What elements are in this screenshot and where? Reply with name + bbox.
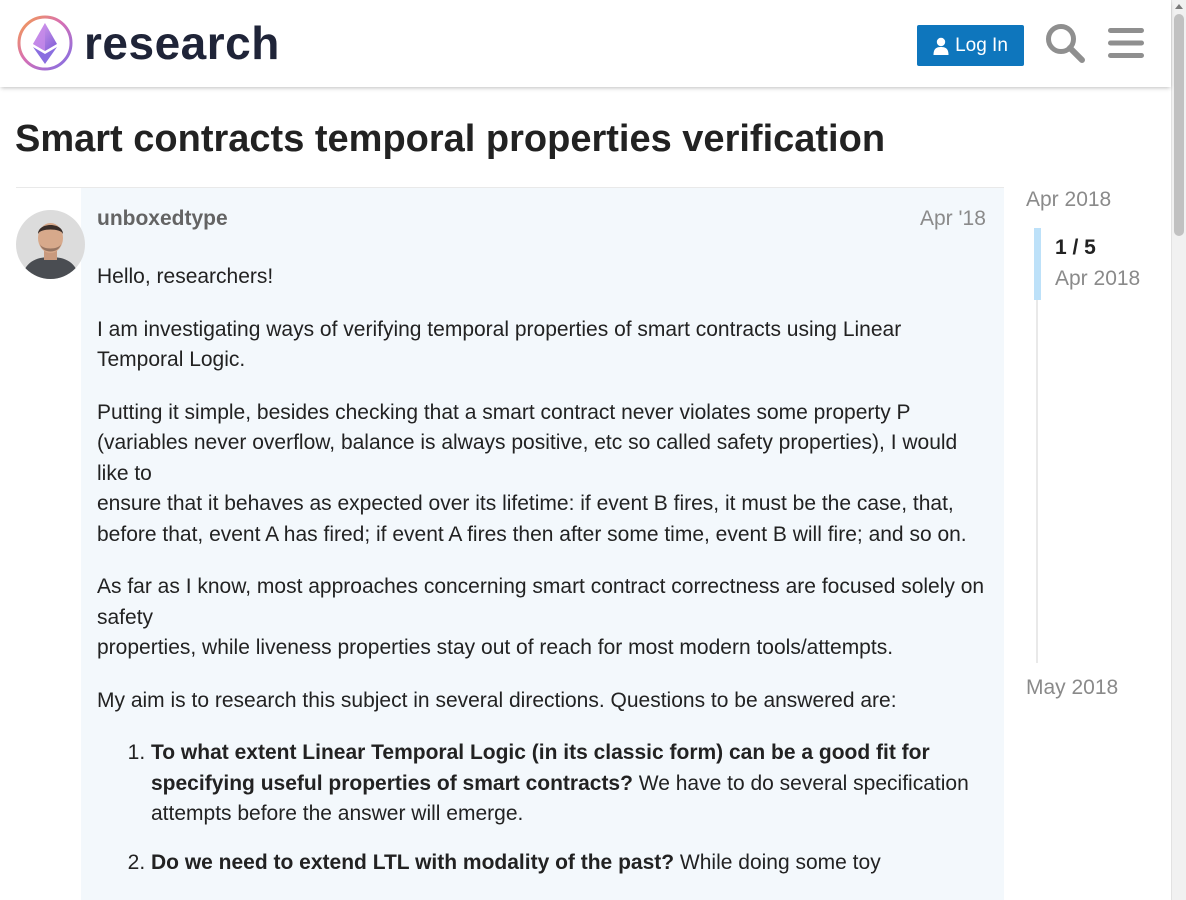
post-paragraph-line: As far as I know, most approaches concer… xyxy=(97,575,985,629)
post-date[interactable]: Apr '18 xyxy=(920,207,986,231)
login-button[interactable]: Log In xyxy=(917,25,1024,66)
list-item: To what extent Linear Temporal Logic (in… xyxy=(151,738,992,830)
avatar-image xyxy=(16,210,85,279)
timeline-end-date[interactable]: May 2018 xyxy=(1026,676,1118,700)
post-paragraph-line: ensure that it behaves as expected over … xyxy=(97,492,967,546)
topic-title[interactable]: Smart contracts temporal properties veri… xyxy=(15,118,885,161)
timeline-position-date: Apr 2018 xyxy=(1055,267,1141,290)
ethereum-logo-icon xyxy=(17,15,73,71)
post-content: Hello, researchers! I am investigating w… xyxy=(97,262,992,896)
list-item-text: While doing some toy xyxy=(674,850,881,874)
list-item-bold: Do we need to extend LTL with modality o… xyxy=(151,850,675,874)
site-header: research Log In xyxy=(0,0,1171,87)
user-avatar[interactable] xyxy=(16,210,85,279)
post-paragraph: My aim is to research this subject in se… xyxy=(97,688,897,712)
post-paragraph: Putting it simple, besides checking that… xyxy=(97,398,992,551)
login-label: Log In xyxy=(955,34,1008,56)
scroll-up-arrow-icon[interactable] xyxy=(1175,4,1183,9)
post-paragraph-line: Putting it simple, besides checking that… xyxy=(97,400,958,485)
post-paragraph: I am investigating ways of verifying tem… xyxy=(97,317,902,372)
list-item: Do we need to extend LTL with modality o… xyxy=(151,848,992,879)
scrollbar-thumb[interactable] xyxy=(1174,14,1184,236)
site-logo-text: research xyxy=(84,17,280,69)
post-paragraph-line: properties, while liveness properties st… xyxy=(97,636,894,659)
post-username[interactable]: unboxedtype xyxy=(97,207,228,231)
question-list: To what extent Linear Temporal Logic (in… xyxy=(151,738,992,878)
page-scrollbar[interactable] xyxy=(1171,0,1186,900)
hamburger-menu-icon[interactable] xyxy=(1106,24,1146,62)
timeline-start-date[interactable]: Apr 2018 xyxy=(1026,188,1111,212)
user-icon xyxy=(933,37,949,55)
site-logo[interactable]: research xyxy=(16,14,280,72)
timeline-handle[interactable] xyxy=(1034,228,1041,300)
search-icon[interactable] xyxy=(1044,22,1086,64)
post-paragraph: As far as I know, most approaches concer… xyxy=(97,572,992,664)
post-paragraph: Hello, researchers! xyxy=(97,265,274,288)
timeline-position: 1 / 5 xyxy=(1055,236,1096,259)
